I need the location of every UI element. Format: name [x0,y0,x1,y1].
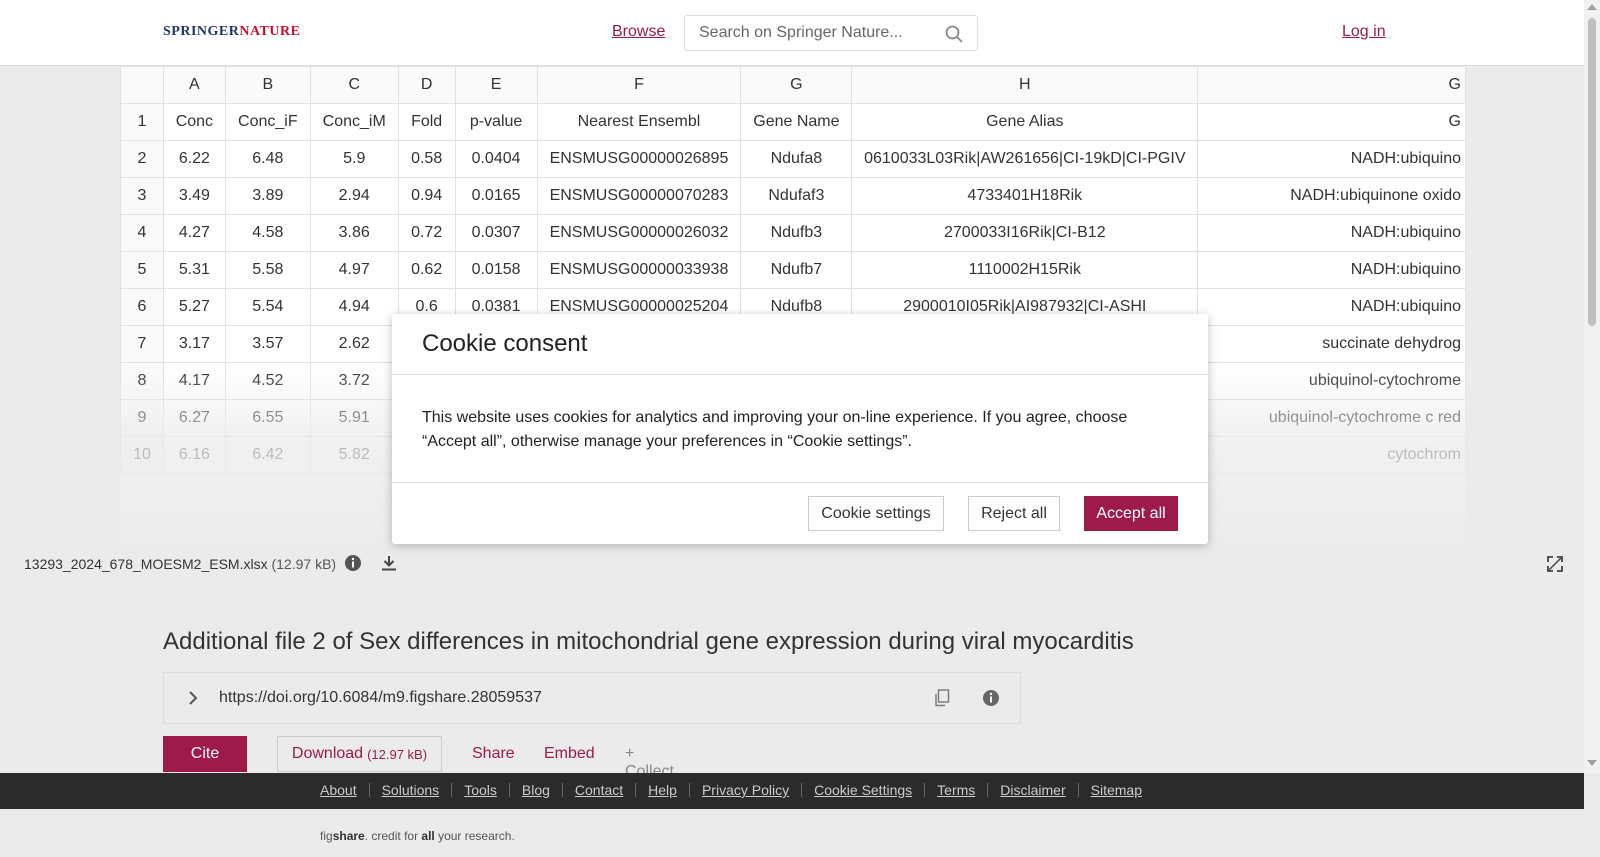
page-scroll-down-icon[interactable] [1587,760,1597,766]
modal-overlay: Cookie consent This website uses cookies… [0,0,1584,857]
cookie-consent-title: Cookie consent [422,330,588,357]
divider [392,482,1208,483]
accept-all-button[interactable]: Accept all [1084,496,1178,531]
page-scroll-up-icon[interactable] [1587,4,1597,10]
cookie-consent-dialog: Cookie consent This website uses cookies… [392,314,1208,544]
page-scrollbar-thumb[interactable] [1588,18,1596,326]
reject-all-button[interactable]: Reject all [968,496,1060,531]
page-scrollbar[interactable] [1584,0,1600,773]
cookie-settings-button[interactable]: Cookie settings [808,496,944,531]
cookie-consent-text: This website uses cookies for analytics … [422,409,1128,450]
divider [392,374,1208,375]
